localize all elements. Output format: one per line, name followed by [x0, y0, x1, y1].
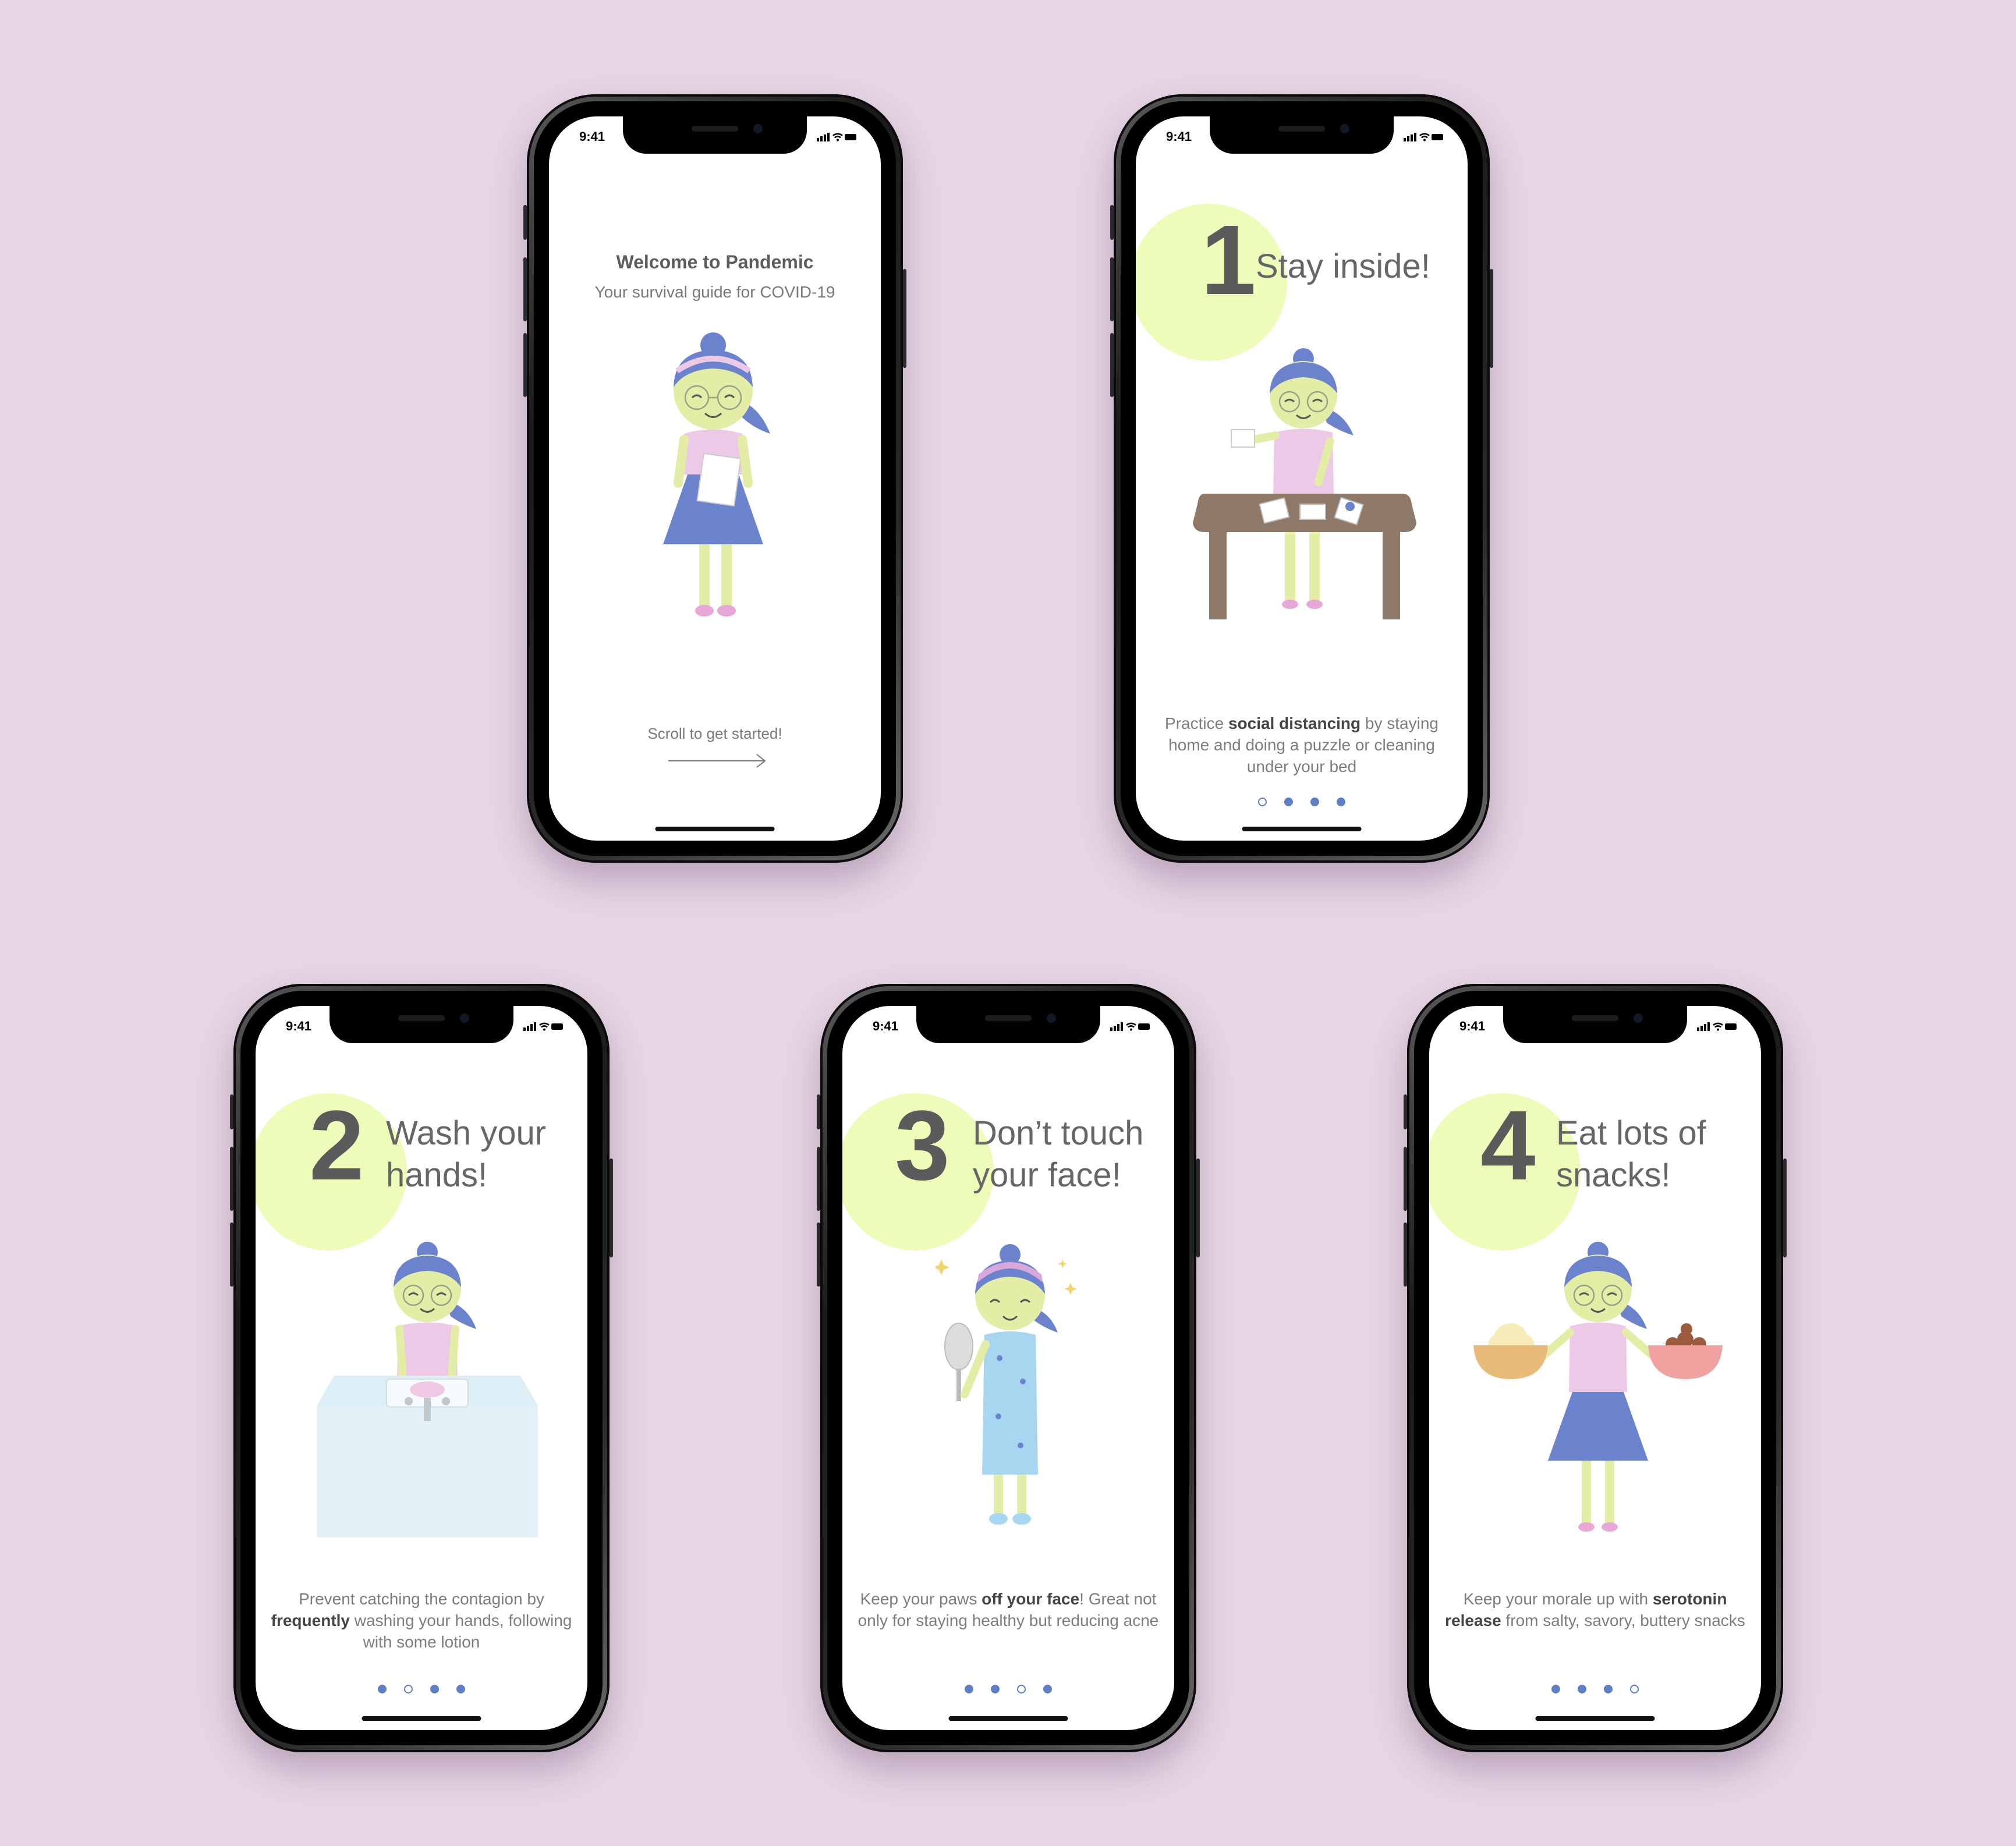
step-title: Eat lots of snacks! [1556, 1112, 1706, 1196]
caption-text: Keep your morale up with [1463, 1590, 1653, 1608]
notch [1210, 116, 1394, 154]
caption-bold: frequently [271, 1611, 350, 1629]
page-dot-2[interactable] [404, 1685, 413, 1693]
snacks-illustration [1473, 1242, 1723, 1532]
step-caption: Prevent catching the contagion by freque… [267, 1588, 576, 1653]
step-caption: Keep your paws off your face! Great not … [854, 1588, 1163, 1631]
status-icons [817, 133, 856, 141]
home-indicator[interactable] [362, 1716, 481, 1721]
caption-text: Keep your paws [860, 1590, 982, 1608]
notch [916, 1006, 1100, 1043]
status-icons [1404, 133, 1443, 141]
phone-welcome: 9:41 Welcome to Pandemic Your survival g… [523, 94, 906, 863]
handwashing-illustration [317, 1242, 538, 1537]
page-dot-4[interactable] [456, 1685, 465, 1693]
home-indicator[interactable] [655, 827, 775, 831]
welcome-screen: 9:41 Welcome to Pandemic Your survival g… [549, 116, 881, 841]
page-dot-2[interactable] [1284, 798, 1293, 806]
phone-step-3: 9:41 3 Don’t touch your face! Keep your … [817, 984, 1200, 1752]
page-dot-2[interactable] [1578, 1685, 1586, 1693]
status-time: 9:41 [873, 1019, 899, 1033]
page-dot-1[interactable] [378, 1685, 387, 1693]
step-title-line2: hands! [386, 1156, 488, 1194]
notch [329, 1006, 513, 1043]
scroll-cta: Scroll to get started! [647, 725, 782, 742]
page-dots [1136, 798, 1468, 806]
welcome-subtitle: Your survival guide for COVID-19 [594, 283, 835, 301]
status-time: 9:41 [1166, 129, 1192, 144]
step-number: 3 [895, 1090, 950, 1201]
status-time: 9:41 [286, 1019, 312, 1033]
home-indicator[interactable] [1242, 827, 1362, 831]
caption-text: washing your hands, following with some … [350, 1611, 572, 1651]
step-4-screen: 9:41 4 Eat lots of snacks! Keep your mor… [1429, 1006, 1761, 1730]
status-icons [1110, 1022, 1150, 1031]
step-2-screen: 9:41 2 Wash your hands! Prevent catching… [256, 1006, 587, 1730]
page-dot-1[interactable] [965, 1685, 973, 1693]
phone-step-1: 9:41 1 Stay inside! Practice social dist… [1110, 94, 1493, 863]
page-dots [842, 1685, 1174, 1693]
step-caption: Practice social distancing by staying ho… [1147, 713, 1456, 777]
arrow-right-icon[interactable] [668, 752, 767, 770]
page-dot-3[interactable] [1017, 1685, 1026, 1693]
caption-text: Practice [1165, 714, 1228, 732]
welcome-title: Welcome to Pandemic [616, 251, 814, 272]
step-title-line2: your face! [973, 1156, 1121, 1194]
step-title-line1: Don’t touch [973, 1114, 1144, 1152]
page-dot-3[interactable] [430, 1685, 439, 1693]
page-dot-3[interactable] [1310, 798, 1319, 806]
status-time: 9:41 [579, 129, 605, 144]
step-title-line2: snacks! [1556, 1156, 1671, 1194]
phone-step-4: 9:41 4 Eat lots of snacks! Keep your mor… [1404, 984, 1787, 1752]
caption-text: from salty, savory, buttery snacks [1501, 1611, 1745, 1629]
status-icons [523, 1022, 563, 1031]
page-dot-3[interactable] [1604, 1685, 1613, 1693]
page-dots [256, 1685, 587, 1693]
notch [1503, 1006, 1687, 1043]
step-3-screen: 9:41 3 Don’t touch your face! Keep your … [842, 1006, 1174, 1730]
step-title: Don’t touch your face! [973, 1112, 1143, 1196]
step-title-line1: Wash your [386, 1114, 547, 1152]
caption-text: Prevent catching the contagion by [299, 1590, 544, 1608]
page-dot-4[interactable] [1337, 798, 1345, 806]
step-title: Stay inside! [1256, 246, 1430, 288]
page-dot-4[interactable] [1630, 1685, 1639, 1693]
step-caption: Keep your morale up with serotonin relea… [1441, 1588, 1749, 1631]
pajama-mirror-illustration [936, 1244, 1077, 1525]
puzzle-illustration [1193, 348, 1416, 619]
step-number: 1 [1201, 205, 1256, 316]
phone-step-2: 9:41 2 Wash your hands! Prevent catching… [230, 984, 613, 1752]
page-dot-4[interactable] [1043, 1685, 1052, 1693]
status-icons [1697, 1022, 1737, 1031]
step-1-screen: 9:41 1 Stay inside! Practice social dist… [1136, 116, 1468, 841]
status-time: 9:41 [1459, 1019, 1486, 1033]
girl-illustration [663, 332, 770, 616]
step-number: 4 [1480, 1090, 1536, 1201]
page-dot-1[interactable] [1258, 798, 1267, 806]
step-title: Wash your hands! [386, 1112, 546, 1196]
home-indicator[interactable] [948, 1716, 1068, 1721]
page-dot-2[interactable] [991, 1685, 1000, 1693]
notch [623, 116, 807, 154]
page-dot-1[interactable] [1551, 1685, 1560, 1693]
page-dots [1429, 1685, 1761, 1693]
step-number: 2 [309, 1090, 364, 1201]
step-title-line1: Stay inside! [1256, 247, 1430, 285]
home-indicator[interactable] [1535, 1716, 1655, 1721]
step-title-line1: Eat lots of [1556, 1114, 1706, 1152]
caption-bold: social distancing [1228, 714, 1361, 732]
caption-bold: off your face [982, 1590, 1080, 1608]
